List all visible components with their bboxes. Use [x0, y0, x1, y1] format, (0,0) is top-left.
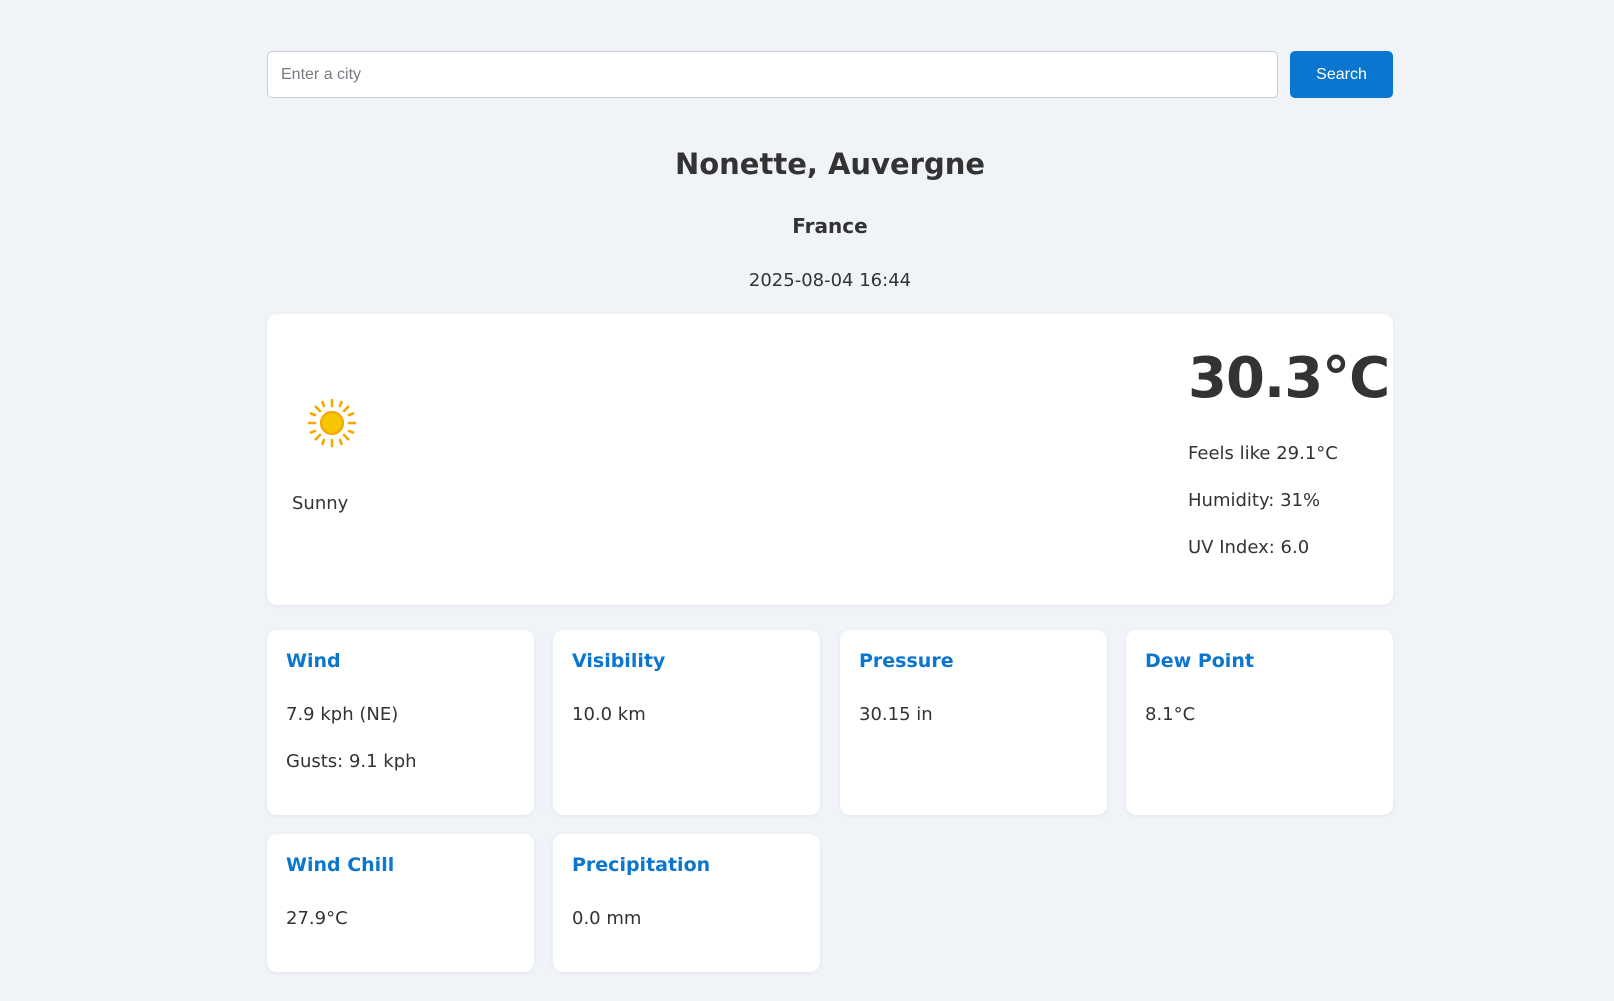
uv-index: UV Index: 6.0 — [1188, 537, 1310, 558]
card-value: 0.0 mm — [572, 908, 642, 929]
detail-card-dew-point: Dew Point 8.1°C — [1126, 630, 1393, 815]
card-title: Pressure — [859, 650, 954, 672]
location-title: Nonette, Auvergne — [674, 147, 986, 181]
local-time: 2025-08-04 16:44 — [748, 270, 912, 291]
sun-icon — [307, 398, 357, 448]
card-value: 10.0 km — [572, 704, 646, 725]
detail-card-visibility: Visibility 10.0 km — [553, 630, 820, 815]
detail-card-pressure: Pressure 30.15 in — [840, 630, 1107, 815]
current-weather-card: Sunny 30.3°C Feels like 29.1°C Humidity:… — [267, 314, 1393, 605]
search-button[interactable]: Search — [1290, 51, 1393, 98]
card-title: Dew Point — [1145, 650, 1254, 672]
card-title: Precipitation — [572, 854, 711, 876]
card-title: Wind Chill — [286, 854, 395, 876]
card-value: 30.15 in — [859, 704, 933, 725]
card-title: Wind — [286, 650, 341, 672]
feels-like: Feels like 29.1°C — [1188, 443, 1338, 464]
card-title: Visibility — [572, 650, 666, 672]
detail-card-precipitation: Precipitation 0.0 mm — [553, 834, 820, 972]
condition-text: Sunny — [292, 493, 349, 514]
location-country: France — [792, 214, 868, 238]
detail-card-wind-chill: Wind Chill 27.9°C — [267, 834, 534, 972]
search-bar: Search — [267, 51, 1393, 98]
card-value: 8.1°C — [1145, 704, 1196, 725]
temperature: 30.3°C — [1188, 346, 1390, 411]
detail-card-wind: Wind 7.9 kph (NE) Gusts: 9.1 kph — [267, 630, 534, 815]
city-search-input[interactable] — [267, 51, 1278, 98]
card-value: 7.9 kph (NE) — [286, 704, 399, 725]
card-value: Gusts: 9.1 kph — [286, 751, 417, 772]
card-value: 27.9°C — [286, 908, 348, 929]
humidity: Humidity: 31% — [1188, 490, 1321, 511]
